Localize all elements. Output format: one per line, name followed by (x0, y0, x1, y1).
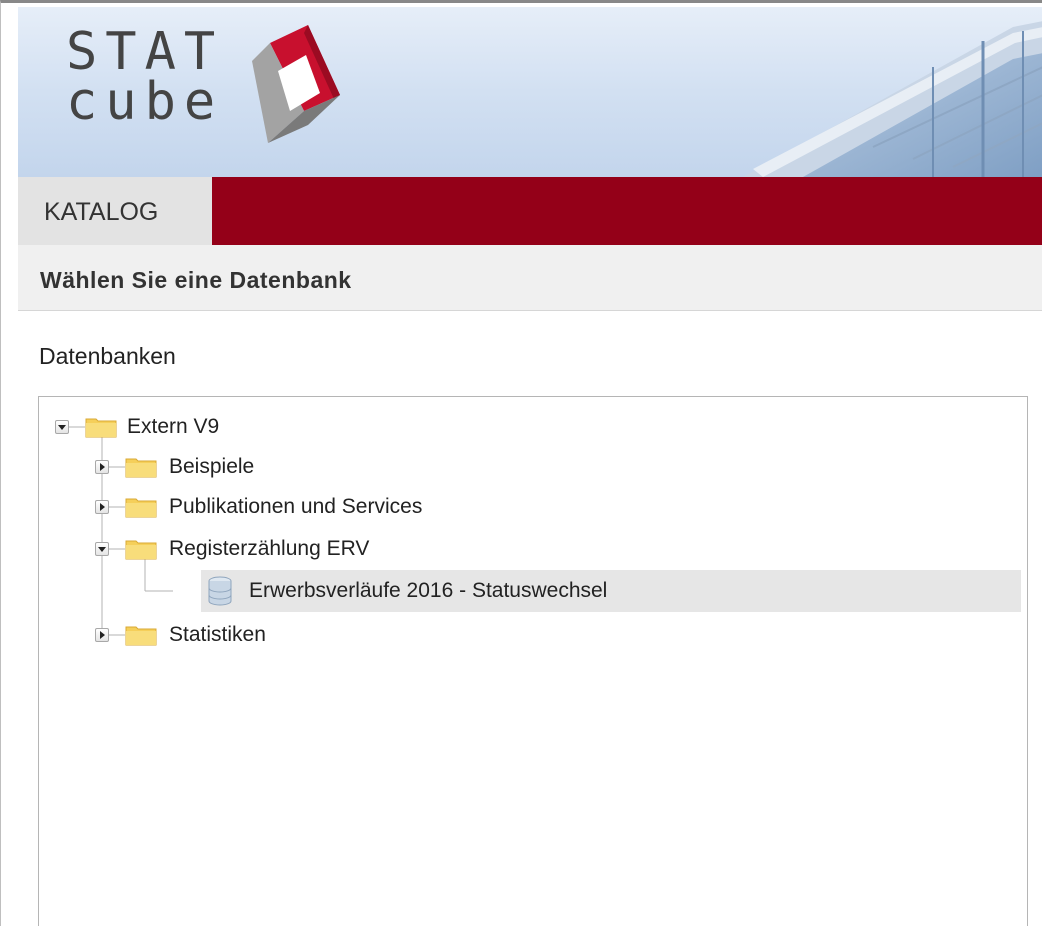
tree-node-label: Statistiken (169, 623, 266, 646)
tab-katalog[interactable]: KATALOG (18, 177, 212, 245)
tree-node-extern-v9[interactable]: Extern V9 (39, 407, 439, 447)
folder-icon (125, 626, 157, 646)
section-title: Wählen Sie eine Datenbank (40, 267, 352, 293)
logo-line-2: cube (66, 72, 224, 132)
tree-node-beispiele[interactable]: Beispiele (39, 447, 439, 487)
expand-toggle-icon[interactable] (95, 628, 109, 642)
expand-toggle-icon[interactable] (95, 460, 109, 474)
tree-node-publikationen[interactable]: Publikationen und Services (39, 487, 539, 527)
app-window: STAT cube KATALOG Wählen Sie eine Datenb… (0, 0, 1042, 926)
statcube-logo-text: STAT cube (66, 22, 224, 132)
cube-logo-icon (252, 25, 340, 143)
header-banner: STAT cube (18, 7, 1042, 177)
folder-icon (85, 418, 117, 438)
folder-icon (125, 458, 157, 478)
tree-node-statistiken[interactable]: Statistiken (39, 615, 439, 655)
expand-toggle-icon[interactable] (95, 500, 109, 514)
building-image (743, 21, 1042, 177)
tree-node-erwerbsverlaeufe[interactable]: Erwerbsverläufe 2016 - Statuswechsel (201, 570, 1021, 612)
tree-node-label: Publikationen und Services (169, 495, 423, 518)
database-tree: Extern V9 Beispiele Publikationen und Se… (38, 396, 1028, 926)
tree-node-label: Beispiele (169, 455, 255, 478)
tree-node-label: Erwerbsverläufe 2016 - Statuswechsel (249, 579, 608, 602)
tab-bar: KATALOG (18, 177, 1042, 245)
tree-node-label: Extern V9 (127, 415, 220, 438)
folder-icon (125, 540, 157, 560)
folder-icon (125, 498, 157, 518)
collapse-toggle-icon[interactable] (95, 542, 109, 556)
tree-node-label: Registerzählung ERV (169, 537, 370, 560)
section-header: Wählen Sie eine Datenbank (18, 245, 1042, 311)
tree-node-registerzaehlung[interactable]: Registerzählung ERV (39, 529, 539, 569)
databases-label: Datenbanken (39, 343, 176, 369)
logo-line-1: STAT (66, 22, 224, 82)
database-icon (208, 576, 232, 606)
collapse-toggle-icon[interactable] (55, 420, 69, 434)
